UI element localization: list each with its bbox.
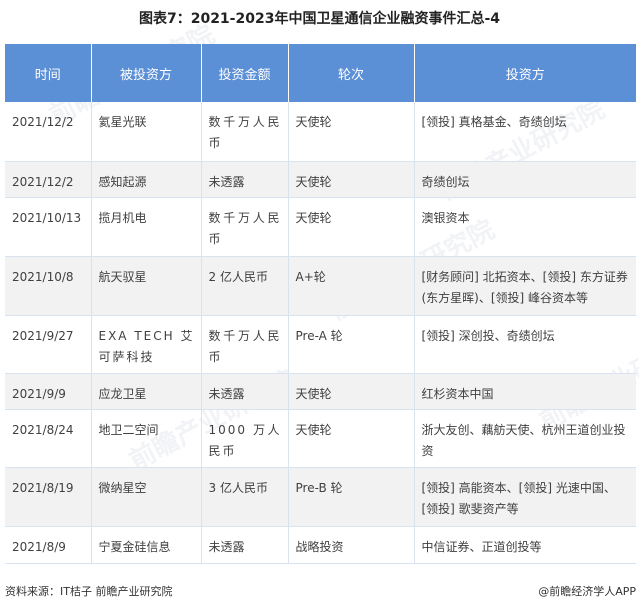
- cell-amount: 2 亿人民币: [201, 256, 289, 316]
- cell-amount: 数千万人民币: [201, 102, 289, 162]
- cell-investors: [财务顾问] 北拓资本、[领投] 东方证券(东方星晖)、[领投] 峰谷资本等: [414, 256, 636, 316]
- table-row: 2021/8/9 宁夏金硅信息 未透露 战略投资 中信证券、正道创投等: [5, 526, 636, 564]
- cell-amount: 数千万人民币: [201, 197, 289, 257]
- brand-credit: @前瞻经济学人APP: [538, 585, 636, 598]
- cell-investors: [领投] 高能资本、[领投] 光速中国、[领投] 歌斐资产等: [414, 467, 636, 527]
- cell-round: 天使轮: [288, 409, 415, 468]
- cell-investors: [领投] 深创投、奇绩创坛: [414, 315, 636, 374]
- cell-investors: 中信证券、正道创投等: [414, 526, 636, 564]
- cell-round: 战略投资: [288, 526, 415, 564]
- cell-investors: 澳银资本: [414, 197, 636, 257]
- cell-investee: 感知起源: [91, 161, 202, 198]
- cell-round: Pre-B 轮: [288, 467, 415, 527]
- cell-round: Pre-A 轮: [288, 315, 415, 374]
- cell-time: 2021/12/2: [5, 161, 92, 198]
- cell-investors: [领投] 真格基金、奇绩创坛: [414, 102, 636, 162]
- cell-investors: 红杉资本中国: [414, 373, 636, 410]
- financing-table: 时间 被投资方 投资金额 轮次 投资方 2021/12/2 氦星光联 数千万人民…: [5, 44, 636, 564]
- table-row: 2021/10/8 航天驭星 2 亿人民币 A+轮 [财务顾问] 北拓资本、[领…: [5, 256, 636, 316]
- table-row: 2021/8/24 地卫二空间 1000 万人民币 天使轮 浙大友创、藕舫天使、…: [5, 409, 636, 468]
- table-row: 2021/10/13 揽月机电 数千万人民币 天使轮 澳银资本: [5, 197, 636, 257]
- column-header-round: 轮次: [288, 44, 415, 102]
- cell-round: 天使轮: [288, 373, 415, 410]
- cell-round: 天使轮: [288, 161, 415, 198]
- cell-amount: 3 亿人民币: [201, 467, 289, 527]
- cell-investee: 地卫二空间: [91, 409, 202, 468]
- cell-amount: 未透露: [201, 526, 289, 564]
- cell-time: 2021/10/8: [5, 256, 92, 316]
- cell-time: 2021/9/27: [5, 315, 92, 374]
- cell-time: 2021/8/9: [5, 526, 92, 564]
- cell-investee: 微纳星空: [91, 467, 202, 527]
- cell-time: 2021/12/2: [5, 102, 92, 162]
- cell-investee: 氦星光联: [91, 102, 202, 162]
- source-note: 资料来源：IT桔子 前瞻产业研究院: [5, 585, 173, 598]
- cell-investee: EXA TECH 艾可萨科技: [91, 315, 202, 374]
- cell-investors: 奇绩创坛: [414, 161, 636, 198]
- cell-round: A+轮: [288, 256, 415, 316]
- cell-investee: 航天驭星: [91, 256, 202, 316]
- column-header-time: 时间: [5, 44, 92, 102]
- financing-table-container: 时间 被投资方 投资金额 轮次 投资方 2021/12/2 氦星光联 数千万人民…: [5, 44, 636, 564]
- column-header-amount: 投资金额: [201, 44, 289, 102]
- cell-amount: 未透露: [201, 373, 289, 410]
- cell-investors: 浙大友创、藕舫天使、杭州王道创业投资: [414, 409, 636, 468]
- table-row: 2021/12/2 感知起源 未透露 天使轮 奇绩创坛: [5, 161, 636, 198]
- table-header-row: 时间 被投资方 投资金额 轮次 投资方: [5, 44, 636, 102]
- cell-amount: 数千万人民币: [201, 315, 289, 374]
- cell-time: 2021/10/13: [5, 197, 92, 257]
- cell-amount: 1000 万人民币: [201, 409, 289, 468]
- cell-round: 天使轮: [288, 197, 415, 257]
- column-header-investee: 被投资方: [91, 44, 202, 102]
- cell-time: 2021/8/19: [5, 467, 92, 527]
- cell-time: 2021/8/24: [5, 409, 92, 468]
- cell-round: 天使轮: [288, 102, 415, 162]
- table-row: 2021/9/9 应龙卫星 未透露 天使轮 红杉资本中国: [5, 373, 636, 410]
- cell-amount: 未透露: [201, 161, 289, 198]
- table-row: 2021/12/2 氦星光联 数千万人民币 天使轮 [领投] 真格基金、奇绩创坛: [5, 102, 636, 162]
- cell-investee: 宁夏金硅信息: [91, 526, 202, 564]
- table-row: 2021/9/27 EXA TECH 艾可萨科技 数千万人民币 Pre-A 轮 …: [5, 315, 636, 374]
- cell-time: 2021/9/9: [5, 373, 92, 410]
- table-row: 2021/8/19 微纳星空 3 亿人民币 Pre-B 轮 [领投] 高能资本、…: [5, 467, 636, 527]
- cell-investee: 揽月机电: [91, 197, 202, 257]
- column-header-investors: 投资方: [414, 44, 636, 102]
- page-title: 图表7：2021-2023年中国卫星通信企业融资事件汇总-4: [138, 11, 501, 27]
- cell-investee: 应龙卫星: [91, 373, 202, 410]
